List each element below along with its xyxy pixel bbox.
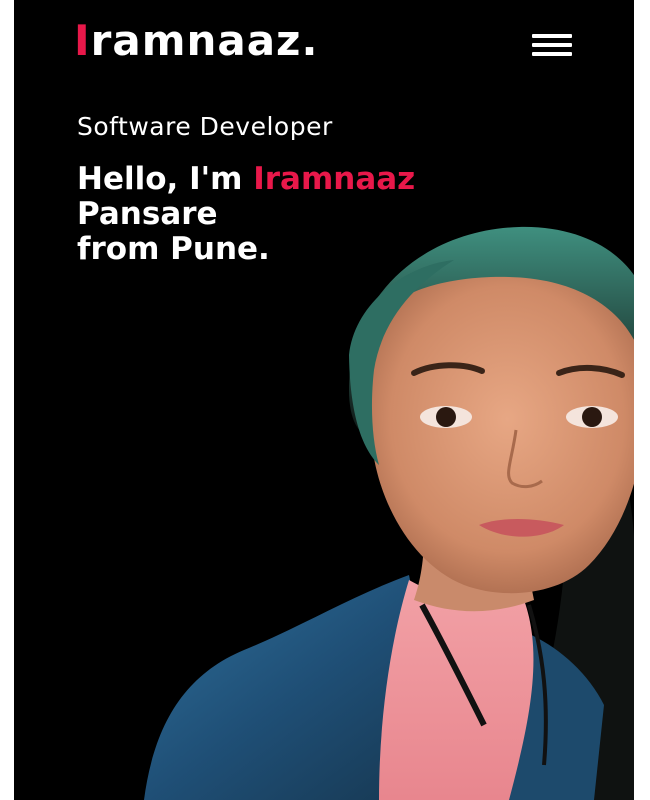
navbar: Iramnaaz. (14, 0, 634, 90)
menu-bar (532, 34, 572, 38)
site-logo[interactable]: Iramnaaz. (74, 18, 318, 64)
hero-subtitle: Software Developer (77, 112, 333, 141)
highlight-name: Iramnaaz (253, 161, 416, 197)
menu-bar (532, 52, 572, 56)
app-screen: Iramnaaz. Software Developer Hello, I'm … (14, 0, 634, 800)
menu-bar (532, 43, 572, 47)
hamburger-menu-icon[interactable] (532, 32, 574, 60)
logo-text: ramnaaz. (90, 16, 319, 65)
logo-initial: I (74, 16, 91, 65)
greeting-text: Hello, I'm (77, 161, 254, 197)
profile-photo (144, 226, 634, 800)
